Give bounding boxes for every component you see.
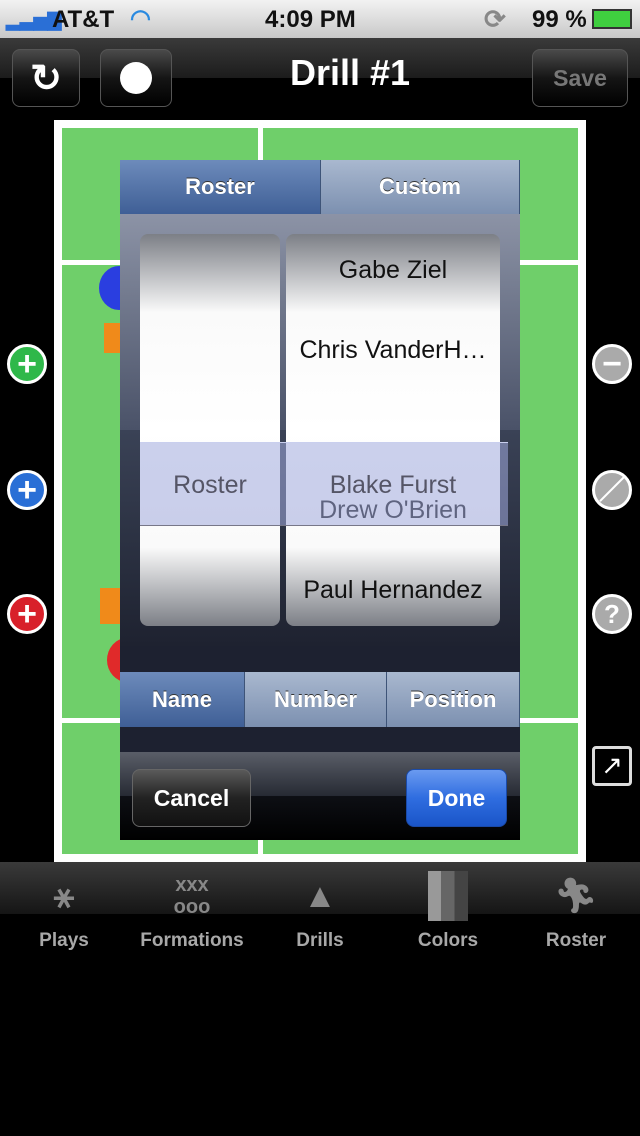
page-title: Drill #1: [289, 52, 411, 93]
selected-source: Roster: [173, 471, 247, 499]
sort-segmented-control: Name Number Position: [120, 672, 520, 727]
picker-row[interactable]: Paul Hernandez: [286, 550, 500, 630]
tab-label: Colors: [417, 930, 479, 951]
tab-bar: ⚹ Plays xxx ooo Formations ▲ Drills Colors 🏃…: [0, 862, 640, 966]
picker-column-source[interactable]: [140, 234, 280, 626]
lacrosse-player-icon: 🏃︎: [554, 877, 598, 915]
add-red-button[interactable]: +: [7, 594, 47, 634]
tab-label: Formations: [140, 930, 244, 951]
picker-selection-band: Roster Blake Furst: [140, 442, 508, 526]
add-blue-button[interactable]: +: [7, 470, 47, 510]
tab-custom[interactable]: Custom: [321, 160, 520, 214]
tab-label: Drills: [296, 930, 344, 951]
wifi-icon: ◠: [130, 5, 151, 32]
formations-icon: xxx ooo: [173, 874, 211, 918]
plays-icon: ⚹: [53, 876, 75, 915]
battery-icon: [592, 9, 632, 29]
sort-name[interactable]: Name: [120, 672, 245, 727]
tab-roster[interactable]: Roster: [120, 160, 321, 214]
tab-roster[interactable]: 🏃︎ Roster: [512, 862, 640, 966]
tab-label: Plays: [39, 930, 89, 951]
record-button[interactable]: [100, 49, 172, 107]
tab-formations[interactable]: xxx ooo Formations: [128, 862, 256, 966]
draw-button[interactable]: ／: [592, 470, 632, 510]
save-button[interactable]: Save: [532, 49, 628, 107]
sort-position[interactable]: Position: [387, 672, 520, 727]
redo-icon: ↻: [30, 57, 62, 100]
circle-icon: [120, 62, 152, 94]
tab-plays[interactable]: ⚹ Plays: [0, 862, 128, 966]
picker-wheel[interactable]: Gabe Ziel Chris VanderH… Drew O'Brien Pa…: [120, 214, 520, 646]
source-segmented-control: Roster Custom: [120, 160, 520, 214]
add-green-button[interactable]: +: [7, 344, 47, 384]
battery-percent: 99 %: [532, 6, 587, 33]
export-icon: ↗: [601, 750, 623, 780]
remove-button[interactable]: −: [592, 344, 632, 384]
picker-toolbar: Cancel Done: [120, 752, 520, 840]
cone-icon: ▲: [303, 876, 337, 915]
colors-icon: [384, 862, 512, 930]
tab-drills[interactable]: ▲ Drills: [256, 862, 384, 966]
picker-row[interactable]: Chris VanderH…: [286, 310, 500, 390]
player-picker-popover: Roster Custom Gabe Ziel Chris VanderH… D…: [120, 160, 520, 840]
pencil-icon: ／: [598, 475, 625, 505]
share-button[interactable]: ↗: [592, 746, 632, 786]
tab-colors[interactable]: Colors: [384, 862, 512, 966]
sort-number[interactable]: Number: [245, 672, 387, 727]
selected-player: Blake Furst: [329, 471, 457, 499]
rotation-lock-icon: ⟳: [484, 4, 506, 34]
status-bar: ▂▃▅▇ AT&T ◠ 4:09 PM ⟳ 99 %: [0, 0, 640, 38]
done-button[interactable]: Done: [406, 769, 507, 827]
redo-button[interactable]: ↻: [12, 49, 80, 107]
cancel-button[interactable]: Cancel: [132, 769, 251, 827]
question-icon: ?: [604, 599, 620, 629]
nav-bar: ↻ Drill #1 Save: [0, 38, 640, 118]
clock: 4:09 PM: [265, 6, 356, 33]
tab-label: Roster: [545, 930, 607, 951]
picker-column-player[interactable]: Gabe Ziel Chris VanderH… Drew O'Brien Pa…: [286, 234, 500, 626]
help-button[interactable]: ?: [592, 594, 632, 634]
carrier: AT&T: [52, 6, 115, 33]
picker-row[interactable]: Gabe Ziel: [286, 230, 500, 310]
